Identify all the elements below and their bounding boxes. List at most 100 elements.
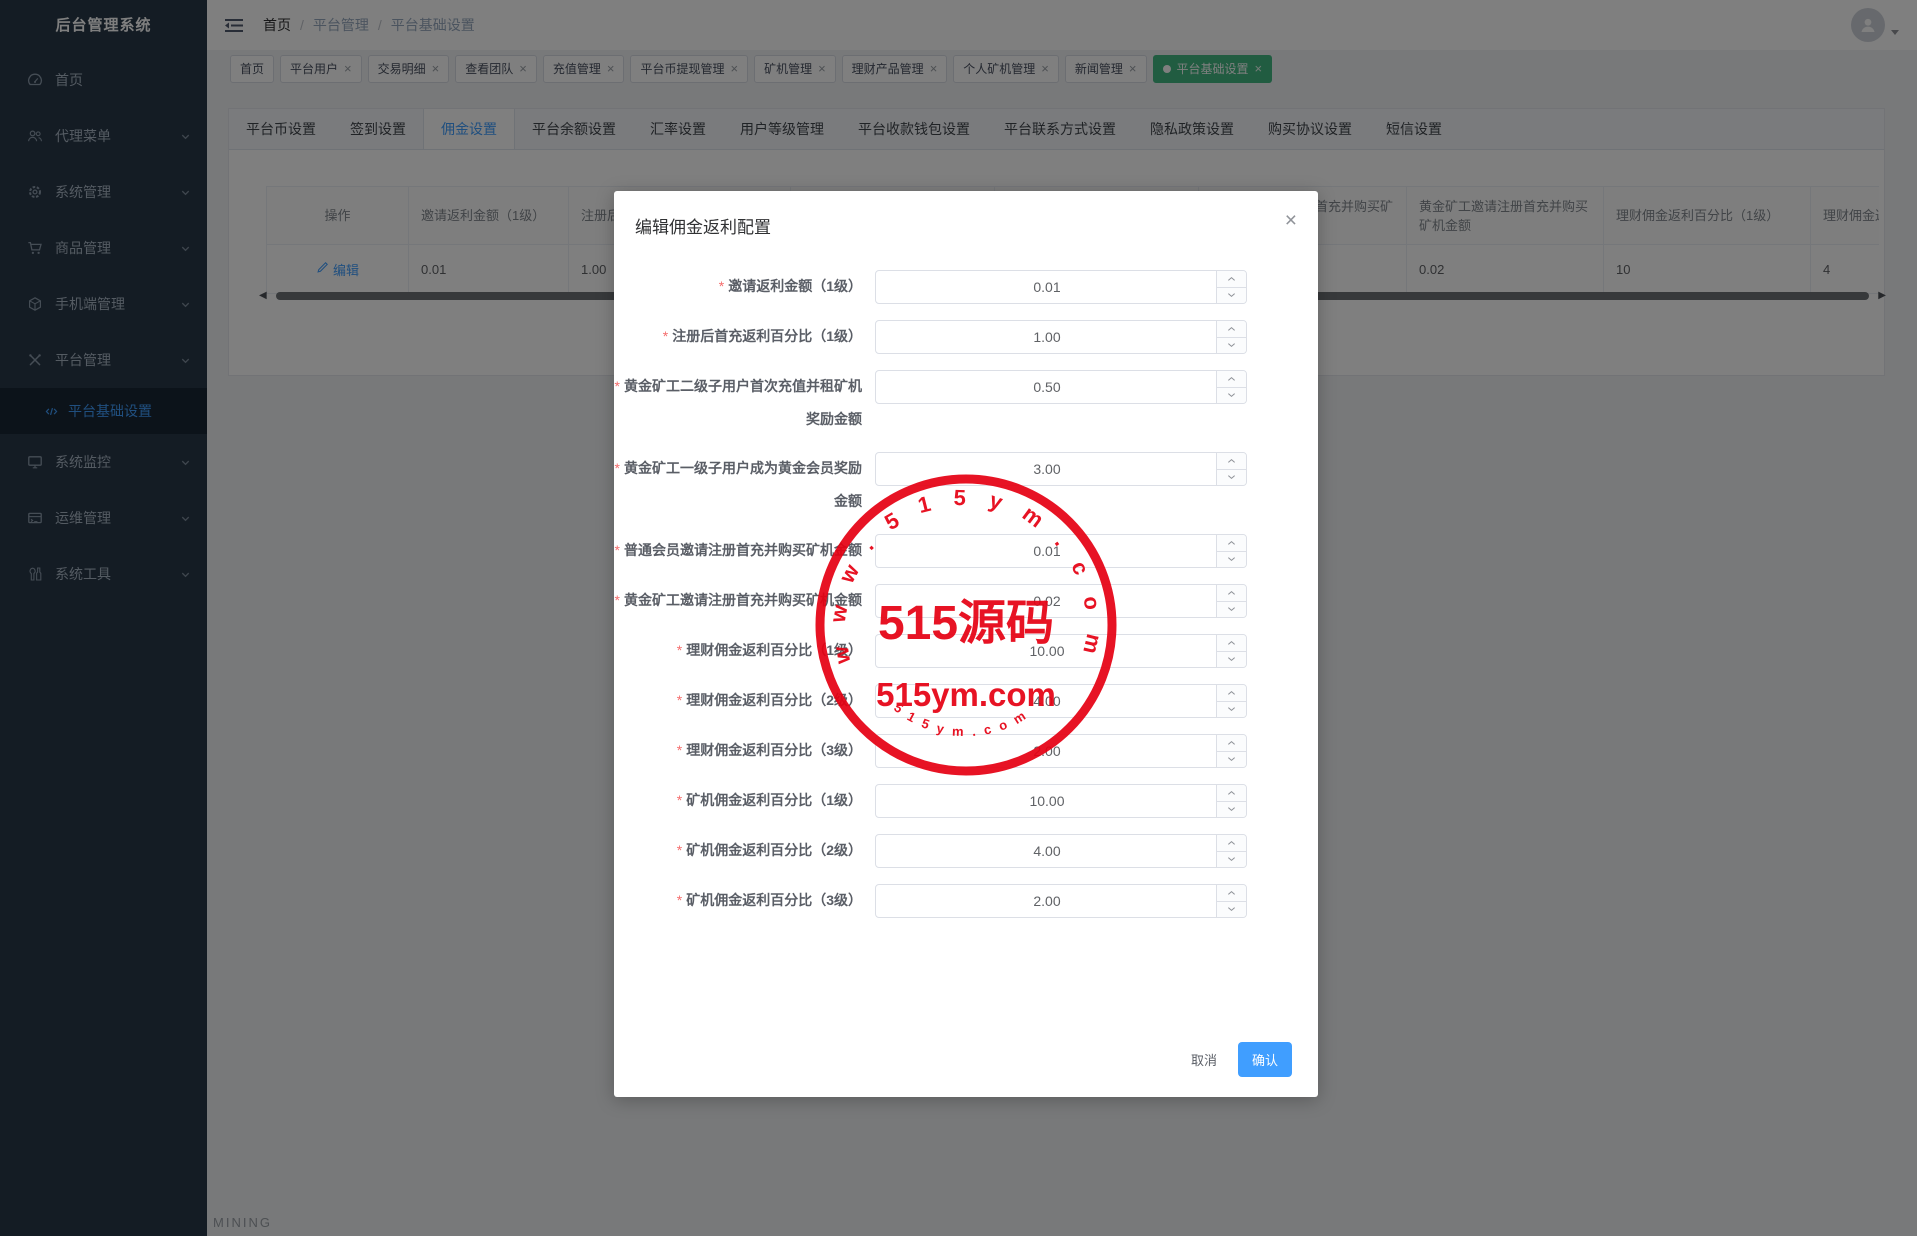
form-row-gold-miner-l2-first-recharge-rent-reward: * 黄金矿工二级子用户首次充值并租矿机奖励金额 — [614, 370, 1318, 436]
form-row-miner-commission-percent-l1: * 矿机佣金返利百分比（1级） — [614, 784, 1318, 818]
required-star: * — [676, 742, 683, 758]
field-label: * 黄金矿工邀请注册首充并购买矿机金额 — [614, 592, 862, 608]
form-row-miner-commission-percent-l2: * 矿机佣金返利百分比（2级） — [614, 834, 1318, 868]
form-row-invite-rebate-amount-l1: * 邀请返利金额（1级） — [614, 270, 1318, 304]
form-row-gold-miner-l1-become-gold-member-reward: * 黄金矿工一级子用户成为黄金会员奖励金额 — [614, 452, 1318, 518]
required-star: * — [614, 542, 620, 558]
decrease-icon[interactable] — [1217, 801, 1246, 817]
form-row-normal-member-invite-register-buy-amount: * 普通会员邀请注册首充并购买矿机金额 — [614, 534, 1318, 568]
field-label: * 理财佣金返利百分比（3级） — [676, 742, 862, 758]
increase-icon[interactable] — [1217, 835, 1246, 852]
number-stepper — [1216, 635, 1246, 667]
decrease-icon[interactable] — [1217, 901, 1246, 917]
cancel-button[interactable]: 取消 — [1185, 1049, 1223, 1070]
number-input-wealth-commission-percent-l1 — [875, 634, 1247, 668]
number-stepper — [1216, 271, 1246, 303]
number-stepper — [1216, 453, 1246, 485]
number-input-gold-miner-invite-register-buy-amount — [875, 584, 1247, 618]
number-stepper — [1216, 371, 1246, 403]
number-input-miner-commission-percent-l1 — [875, 784, 1247, 818]
decrease-icon[interactable] — [1217, 469, 1246, 485]
number-input-miner-commission-percent-l3 — [875, 884, 1247, 918]
decrease-icon[interactable] — [1217, 751, 1246, 767]
edit-commission-dialog: 编辑佣金返利配置 × *邀请返利金额（1级） *注册后首充返利百分比（1级） *… — [614, 191, 1318, 1097]
increase-icon[interactable] — [1217, 885, 1246, 902]
number-input-miner-commission-percent-l2 — [875, 834, 1247, 868]
field-label: * 黄金矿工一级子用户成为黄金会员奖励金额 — [614, 460, 862, 509]
form-row-gold-miner-invite-register-buy-amount: * 黄金矿工邀请注册首充并购买矿机金额 — [614, 584, 1318, 618]
field-input[interactable] — [876, 371, 1246, 403]
number-stepper — [1216, 321, 1246, 353]
required-star: * — [662, 328, 669, 344]
number-stepper — [1216, 785, 1246, 817]
confirm-button[interactable]: 确认 — [1237, 1042, 1292, 1077]
number-stepper — [1216, 835, 1246, 867]
decrease-icon[interactable] — [1217, 387, 1246, 403]
field-input[interactable] — [876, 885, 1246, 917]
number-input-wealth-commission-percent-l2 — [875, 684, 1247, 718]
number-stepper — [1216, 685, 1246, 717]
field-input[interactable] — [876, 585, 1246, 617]
field-label: * 矿机佣金返利百分比（1级） — [676, 792, 862, 808]
decrease-icon[interactable] — [1217, 287, 1246, 303]
increase-icon[interactable] — [1217, 453, 1246, 470]
field-input[interactable] — [876, 321, 1246, 353]
field-label: * 矿机佣金返利百分比（2级） — [676, 842, 862, 858]
increase-icon[interactable] — [1217, 271, 1246, 288]
field-input[interactable] — [876, 835, 1246, 867]
increase-icon[interactable] — [1217, 535, 1246, 552]
form-row-wealth-commission-percent-l1: * 理财佣金返利百分比（1级） — [614, 634, 1318, 668]
increase-icon[interactable] — [1217, 685, 1246, 702]
field-input[interactable] — [876, 685, 1246, 717]
increase-icon[interactable] — [1217, 635, 1246, 652]
required-star: * — [676, 792, 683, 808]
required-star: * — [676, 692, 683, 708]
field-label: * 注册后首充返利百分比（1级） — [662, 328, 862, 344]
screen: 后台管理系统 首页代理菜单系统管理商品管理手机端管理平台管理平台基础设置系统监控… — [0, 0, 1917, 1236]
number-stepper — [1216, 535, 1246, 567]
decrease-icon[interactable] — [1217, 701, 1246, 717]
form-row-first-recharge-rebate-percent-l1: * 注册后首充返利百分比（1级） — [614, 320, 1318, 354]
form-row-wealth-commission-percent-l3: * 理财佣金返利百分比（3级） — [614, 734, 1318, 768]
decrease-icon[interactable] — [1217, 337, 1246, 353]
required-star: * — [676, 892, 683, 908]
number-stepper — [1216, 885, 1246, 917]
dialog-footer: 取消 确认 — [1185, 1042, 1292, 1077]
field-input[interactable] — [876, 453, 1246, 485]
field-input[interactable] — [876, 785, 1246, 817]
number-input-wealth-commission-percent-l3 — [875, 734, 1247, 768]
dialog-title: 编辑佣金返利配置 — [635, 218, 771, 237]
decrease-icon[interactable] — [1217, 651, 1246, 667]
number-input-first-recharge-rebate-percent-l1 — [875, 320, 1247, 354]
decrease-icon[interactable] — [1217, 601, 1246, 617]
increase-icon[interactable] — [1217, 321, 1246, 338]
decrease-icon[interactable] — [1217, 851, 1246, 867]
form-row-wealth-commission-percent-l2: * 理财佣金返利百分比（2级） — [614, 684, 1318, 718]
increase-icon[interactable] — [1217, 371, 1246, 388]
required-star: * — [614, 460, 620, 476]
field-label: * 黄金矿工二级子用户首次充值并租矿机奖励金额 — [614, 378, 862, 427]
field-label: * 理财佣金返利百分比（2级） — [676, 692, 862, 708]
field-label: * 矿机佣金返利百分比（3级） — [676, 892, 862, 908]
field-label: * 普通会员邀请注册首充并购买矿机金额 — [614, 542, 862, 558]
field-input[interactable] — [876, 271, 1246, 303]
close-icon[interactable]: × — [1285, 210, 1297, 231]
form-row-miner-commission-percent-l3: * 矿机佣金返利百分比（3级） — [614, 884, 1318, 918]
number-stepper — [1216, 585, 1246, 617]
increase-icon[interactable] — [1217, 585, 1246, 602]
number-input-normal-member-invite-register-buy-amount — [875, 534, 1247, 568]
required-star: * — [676, 842, 683, 858]
increase-icon[interactable] — [1217, 735, 1246, 752]
field-label: * 理财佣金返利百分比（1级） — [676, 642, 862, 658]
number-stepper — [1216, 735, 1246, 767]
decrease-icon[interactable] — [1217, 551, 1246, 567]
number-input-invite-rebate-amount-l1 — [875, 270, 1247, 304]
field-input[interactable] — [876, 535, 1246, 567]
number-input-gold-miner-l1-become-gold-member-reward — [875, 452, 1247, 486]
required-star: * — [614, 378, 620, 394]
commission-form: *邀请返利金额（1级） *注册后首充返利百分比（1级） *黄金矿工二级子用户首次… — [614, 270, 1318, 918]
required-star: * — [676, 642, 683, 658]
field-input[interactable] — [876, 735, 1246, 767]
field-input[interactable] — [876, 635, 1246, 667]
increase-icon[interactable] — [1217, 785, 1246, 802]
